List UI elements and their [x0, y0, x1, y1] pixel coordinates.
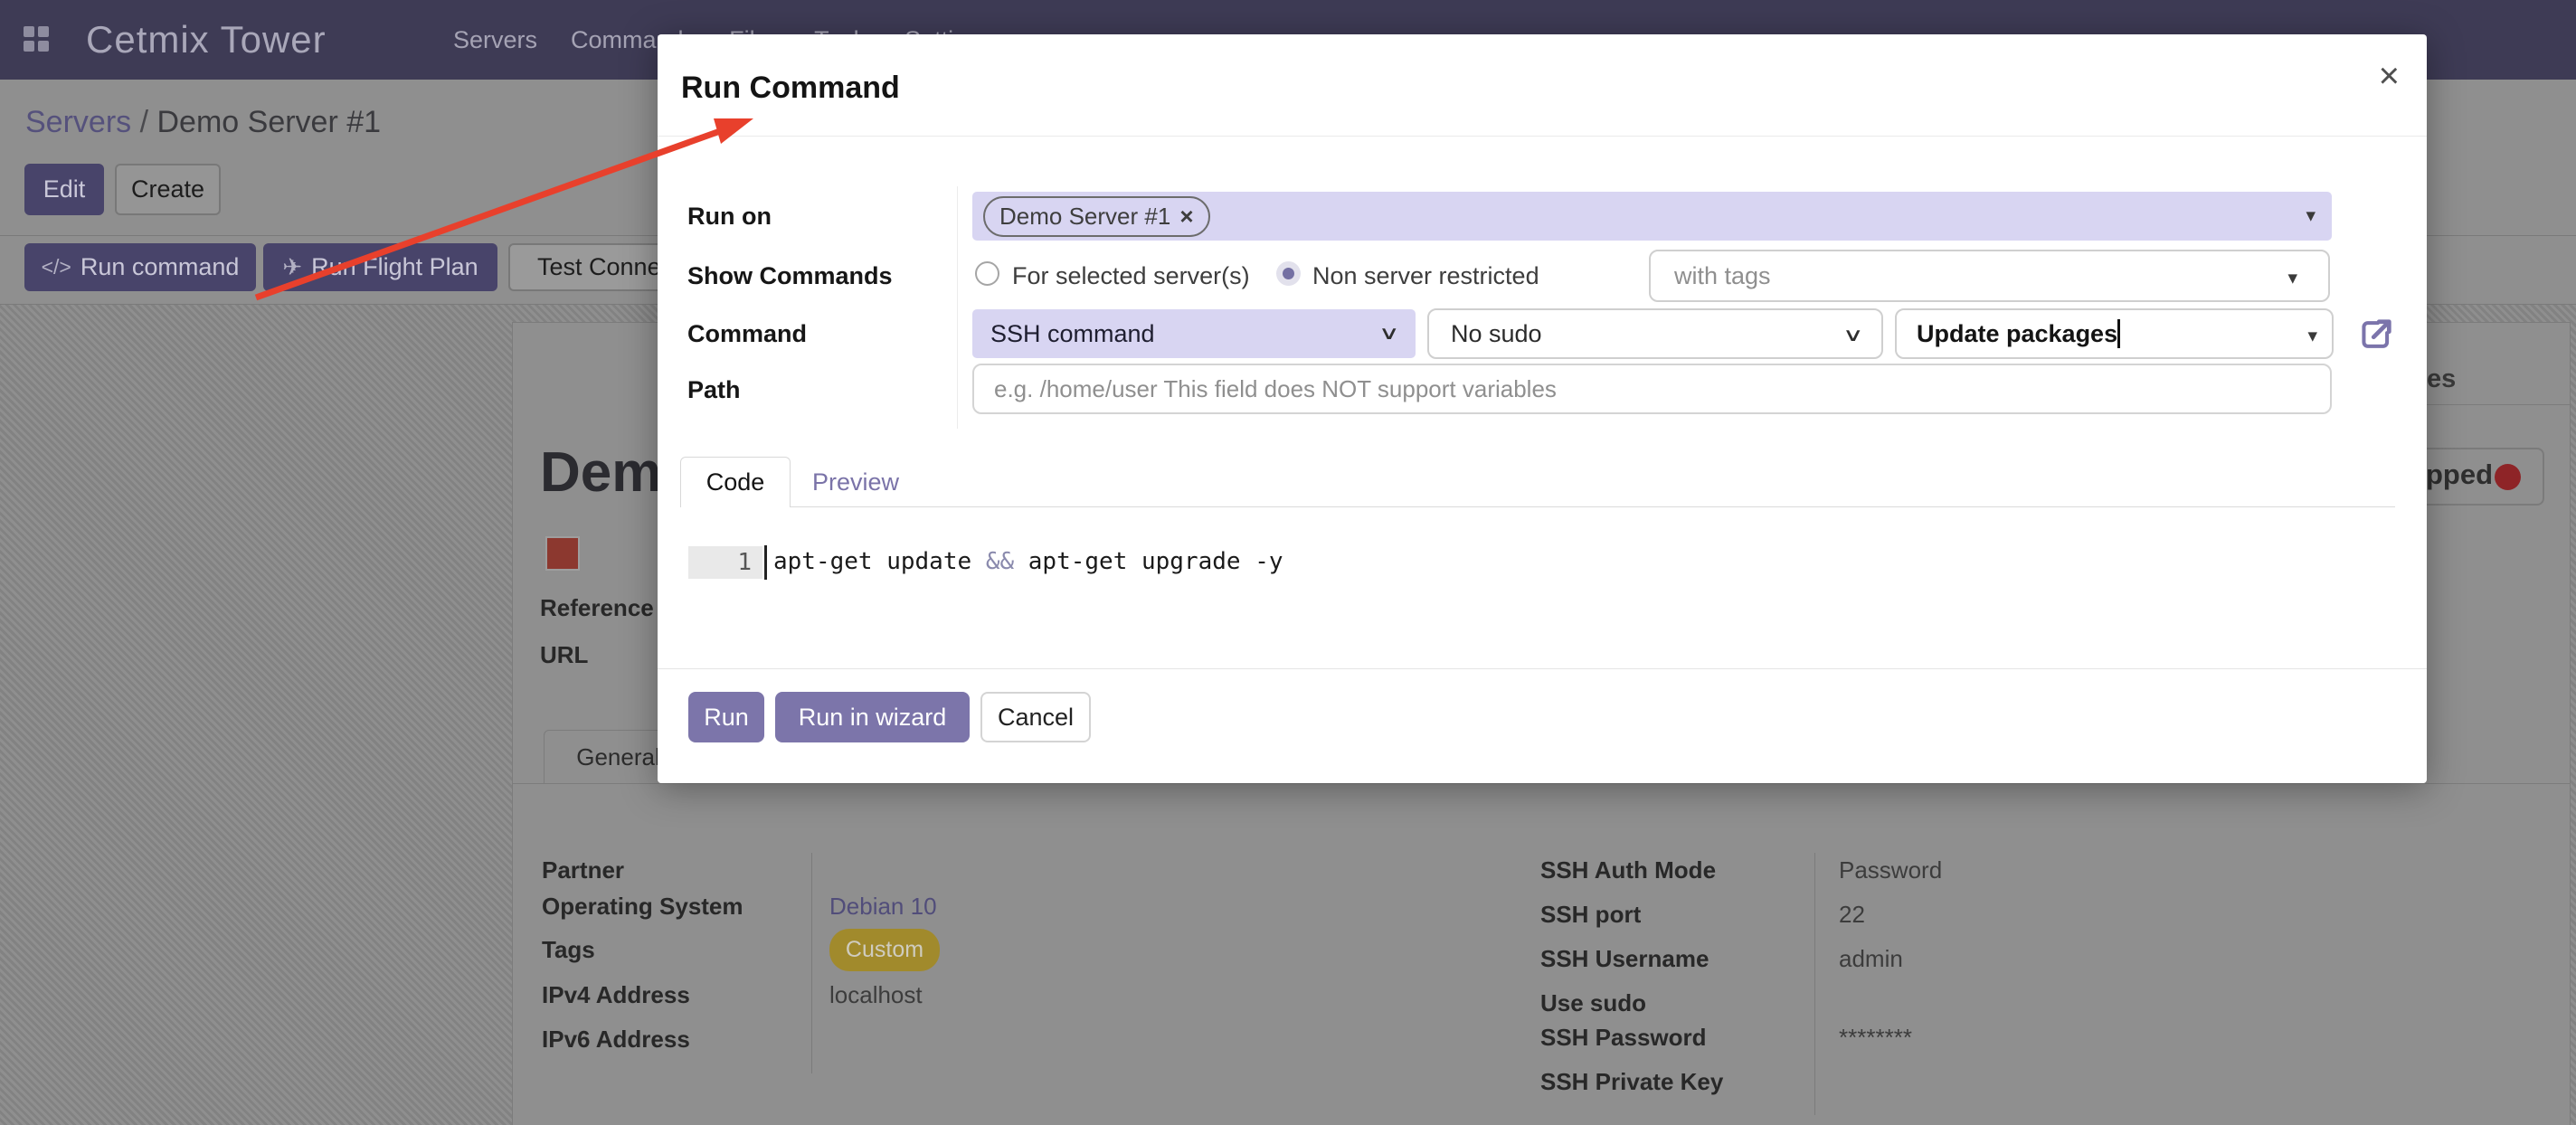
ssh-username-label: SSH Username: [1540, 945, 1709, 973]
status-dot-icon: [2495, 464, 2521, 490]
show-commands-label: Show Commands: [687, 262, 893, 290]
label-column-separator: [957, 186, 958, 429]
ssh-password-label: SSH Password: [1540, 1024, 1707, 1052]
ipv4-label: IPv4 Address: [542, 981, 690, 1009]
chevron-down-icon: ∨: [1378, 322, 1400, 345]
os-label: Operating System: [542, 893, 743, 921]
nav-servers[interactable]: Servers: [453, 26, 537, 54]
partner-label: Partner: [542, 856, 624, 884]
text-cursor: [2117, 319, 2120, 348]
screen: Cetmix Tower Servers Commands Files Tool…: [0, 0, 2576, 1125]
use-sudo-label: Use sudo: [1540, 989, 1646, 1017]
editor-line-number: 1: [688, 546, 762, 579]
cancel-button[interactable]: Cancel: [980, 692, 1091, 742]
dialog-header-divider: [658, 136, 2427, 137]
breadcrumb: Servers / Demo Server #1: [25, 105, 381, 140]
footer-divider: [658, 668, 2427, 669]
tag-remove-icon[interactable]: ×: [1179, 203, 1193, 231]
edit-button[interactable]: Edit: [24, 164, 104, 215]
sudo-value: No sudo: [1451, 320, 1542, 348]
caret-down-icon: ▾: [2287, 267, 2297, 289]
run-on-label: Run on: [687, 203, 772, 231]
create-button[interactable]: Create: [115, 164, 221, 215]
ssh-auth-mode-label: SSH Auth Mode: [1540, 856, 1716, 884]
editor-cursor: [764, 545, 767, 580]
stat-box-border: [2427, 404, 2570, 405]
tags-select[interactable]: with tags ▾: [1649, 250, 2330, 302]
close-icon[interactable]: ×: [2379, 58, 2400, 94]
tab-preview[interactable]: Preview: [791, 457, 920, 507]
tags-select-placeholder: with tags: [1674, 262, 1771, 290]
apps-menu-icon[interactable]: [24, 26, 49, 52]
ssh-username-value: admin: [1839, 945, 1903, 973]
tab-strip-line: [680, 506, 2395, 507]
radio-non-server-restricted[interactable]: [1276, 261, 1301, 286]
status-label-partial: pped: [2426, 459, 2493, 491]
stat-button-partial[interactable]: es: [2427, 364, 2456, 394]
run-on-field[interactable]: Demo Server #1 × ▾: [972, 192, 2332, 241]
ssh-private-key-label: SSH Private Key: [1540, 1068, 1723, 1096]
os-value-link[interactable]: Debian 10: [829, 893, 937, 921]
ipv6-label: IPv6 Address: [542, 1026, 690, 1054]
breadcrumb-current: Demo Server #1: [157, 105, 382, 139]
command-name-value: Update packages: [1917, 320, 2117, 348]
color-swatch[interactable]: [545, 536, 580, 571]
breadcrumb-servers-link[interactable]: Servers: [25, 105, 131, 139]
dialog-title: Run Command: [681, 71, 900, 106]
brand-title[interactable]: Cetmix Tower: [86, 0, 327, 80]
radio-for-selected-servers[interactable]: [975, 261, 999, 286]
radio-non-server-restricted-label[interactable]: Non server restricted: [1312, 262, 1539, 290]
ssh-auth-mode-value: Password: [1839, 856, 1942, 884]
group-separator: [811, 853, 812, 1073]
path-input[interactable]: e.g. /home/user This field does NOT supp…: [972, 364, 2332, 414]
command-label: Command: [687, 320, 807, 348]
run-in-wizard-button[interactable]: Run in wizard: [775, 692, 970, 742]
run-flight-plan-label: Run Flight Plan: [311, 253, 478, 281]
tags-label: Tags: [542, 936, 595, 964]
tab-code[interactable]: Code: [680, 457, 791, 507]
path-placeholder: e.g. /home/user This field does NOT supp…: [994, 375, 1557, 403]
tabstrip-line: [513, 783, 2570, 784]
server-tag-label: Demo Server #1: [999, 203, 1170, 231]
ssh-port-label: SSH port: [1540, 901, 1641, 929]
reference-label: Reference: [540, 594, 654, 622]
code-icon: </>: [42, 255, 71, 279]
run-command-button[interactable]: </> Run command: [24, 243, 256, 291]
ssh-password-value: ********: [1839, 1024, 1912, 1052]
ipv4-value: localhost: [829, 981, 923, 1009]
caret-down-icon: ▾: [2307, 325, 2317, 347]
command-type-select[interactable]: SSH command ∨: [972, 309, 1416, 358]
server-tag[interactable]: Demo Server #1 ×: [983, 196, 1210, 237]
radio-for-selected-servers-label[interactable]: For selected server(s): [1012, 262, 1250, 290]
external-link-icon[interactable]: [2356, 315, 2396, 355]
ssh-port-value: 22: [1839, 901, 1865, 929]
run-command-dialog: Run Command × Run on Demo Server #1 × ▾ …: [658, 34, 2427, 783]
group-separator: [1814, 853, 1815, 1115]
sudo-select[interactable]: No sudo ∨: [1427, 308, 1883, 359]
chevron-down-icon: ∨: [1842, 324, 1864, 346]
run-flight-plan-button[interactable]: ✈ Run Flight Plan: [263, 243, 497, 291]
run-command-label: Run command: [80, 253, 240, 281]
tag-custom[interactable]: Custom: [829, 929, 940, 971]
run-button[interactable]: Run: [688, 692, 764, 742]
caret-down-icon[interactable]: ▾: [2306, 204, 2316, 227]
command-type-value: SSH command: [990, 320, 1155, 348]
command-name-input[interactable]: Update packages ▾: [1895, 308, 2334, 359]
plane-icon: ✈: [282, 253, 302, 281]
editor-code-line[interactable]: apt-get update && apt-get upgrade -y: [773, 548, 1283, 575]
url-label: URL: [540, 641, 588, 669]
path-label: Path: [687, 376, 741, 404]
